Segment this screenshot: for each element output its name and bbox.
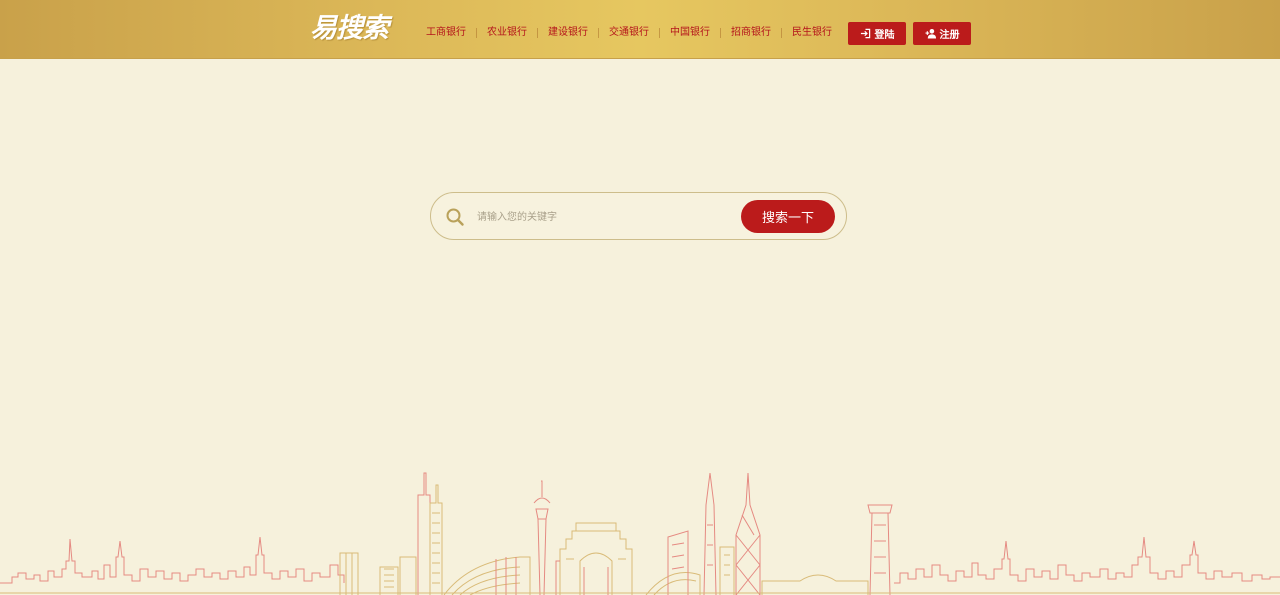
login-label: 登陆	[874, 30, 895, 41]
register-button[interactable]: 注册	[913, 22, 971, 45]
nav-item-cmbc[interactable]: 民生银行	[792, 26, 832, 40]
nav-divider	[781, 28, 782, 38]
site-logo[interactable]: 易搜索	[310, 12, 389, 46]
nav-item-abc[interactable]: 农业银行	[487, 26, 527, 40]
nav-item-icbc[interactable]: 工商银行	[426, 26, 466, 40]
search-box: 搜索一下	[430, 192, 847, 240]
add-user-icon	[925, 28, 937, 40]
nav-divider	[659, 28, 660, 38]
nav-item-bocom[interactable]: 交通银行	[609, 26, 649, 40]
nav-item-ccb[interactable]: 建设银行	[548, 26, 588, 40]
nav-divider	[537, 28, 538, 38]
nav-divider	[720, 28, 721, 38]
login-arrow-icon	[860, 28, 872, 40]
search-button[interactable]: 搜索一下	[741, 200, 835, 233]
search-input[interactable]	[475, 205, 729, 229]
nav-divider	[598, 28, 599, 38]
nav-item-boc[interactable]: 中国银行	[670, 26, 710, 40]
login-button[interactable]: 登陆	[848, 22, 906, 45]
top-header: 易搜索 工商银行 农业银行 建设银行 交通银行 中国银行 招商银行 民生银行 登…	[0, 0, 1280, 59]
nav-divider	[476, 28, 477, 38]
bank-nav: 工商银行 农业银行 建设银行 交通银行 中国银行 招商银行 民生银行	[426, 26, 832, 40]
search-icon	[445, 207, 465, 227]
nav-item-cmb[interactable]: 招商银行	[731, 26, 771, 40]
register-label: 注册	[939, 30, 960, 41]
city-skyline-illustration	[0, 472, 1280, 595]
